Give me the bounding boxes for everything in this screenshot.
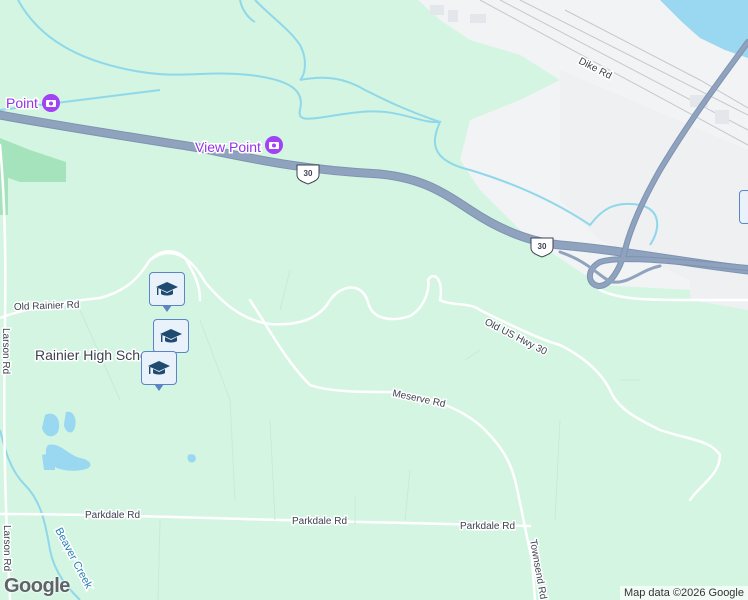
- camera-icon[interactable]: [42, 94, 60, 112]
- larson-road-label-bottom: Larson Rd: [1, 525, 12, 571]
- parkdale-road-label-3: Parkdale Rd: [460, 521, 515, 532]
- old-rainier-road-label: Old Rainier Rd: [14, 300, 80, 313]
- view-point-label-2[interactable]: View Point: [194, 138, 263, 157]
- school-marker[interactable]: [141, 351, 177, 391]
- svg-text:30: 30: [538, 242, 547, 251]
- map-canvas[interactable]: 30 30 Point View Point Dike Rd Old Raini…: [0, 0, 748, 600]
- parkdale-road-label-1: Parkdale Rd: [85, 510, 140, 521]
- view-point-label-1[interactable]: Point: [5, 94, 40, 113]
- graduation-cap-icon: [156, 278, 178, 300]
- school-marker[interactable]: [149, 272, 185, 312]
- google-logo: Google: [4, 575, 70, 597]
- parkdale-road-label-2: Parkdale Rd: [292, 516, 347, 527]
- graduation-cap-icon: [148, 357, 170, 379]
- larson-road-label-top: Larson Rd: [0, 328, 11, 374]
- svg-text:30: 30: [304, 169, 313, 178]
- map-attribution[interactable]: Map data ©2026 Google: [619, 586, 748, 600]
- school-marker[interactable]: [153, 319, 189, 359]
- camera-icon[interactable]: [265, 136, 283, 154]
- school-label[interactable]: Rainier High Scho: [34, 346, 150, 365]
- graduation-cap-icon: [160, 325, 182, 347]
- offscreen-marker[interactable]: [739, 190, 748, 224]
